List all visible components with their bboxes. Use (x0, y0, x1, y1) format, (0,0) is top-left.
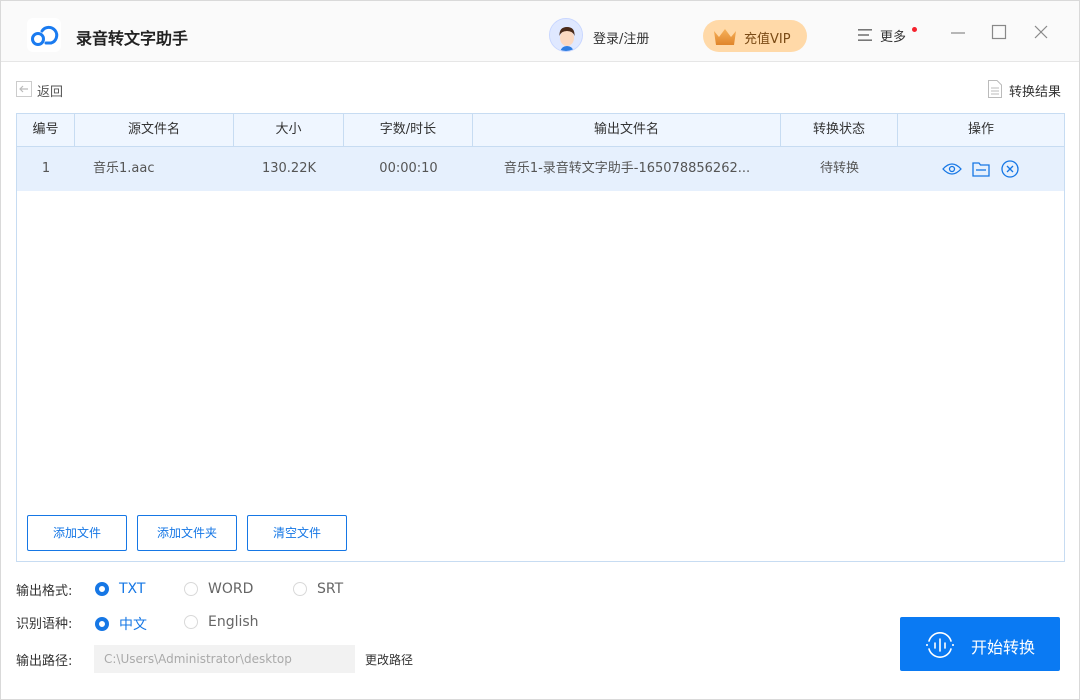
radio-dot (293, 582, 307, 596)
change-path-link[interactable]: 更改路径 (365, 651, 413, 668)
format-radio-srt[interactable]: SRT (293, 581, 343, 597)
radio-label: SRT (317, 581, 344, 597)
radio-dot (95, 582, 109, 596)
crown-icon (714, 29, 736, 45)
table-row[interactable]: 1 音乐1.aac 130.22K 00:00:10 音乐1-录音转文字助手-1… (17, 147, 1064, 191)
clear-files-button[interactable]: 清空文件 (247, 515, 347, 551)
output-path-label: 输出路径: (16, 653, 73, 669)
language-label: 识别语种: (16, 616, 73, 632)
title-bar: 录音转文字助手 登录/注册 充值VIP 更多 (1, 1, 1079, 62)
menu-icon (858, 29, 872, 41)
eye-icon[interactable] (942, 159, 962, 179)
cell-output-filename: 音乐1-录音转文字助手-165078856262... (503, 161, 751, 176)
format-radio-word[interactable]: WORD (184, 581, 253, 597)
back-arrow-icon (16, 81, 32, 97)
radio-dot (184, 615, 198, 629)
close-icon (1034, 25, 1048, 39)
maximize-button[interactable] (990, 23, 1008, 41)
notification-dot (912, 27, 917, 32)
column-header-status: 转换状态 (781, 114, 898, 146)
audio-convert-icon (926, 632, 954, 658)
radio-label: TXT (119, 581, 146, 597)
remove-circle-icon[interactable] (1000, 159, 1020, 179)
output-format-row: 输出格式: (16, 579, 94, 599)
back-label: 返回 (37, 85, 64, 100)
language-radio-chinese[interactable]: 中文 (95, 614, 147, 634)
user-avatar-icon[interactable] (549, 18, 583, 52)
file-buttons: 添加文件 添加文件夹 清空文件 (27, 515, 347, 551)
maximize-icon (991, 24, 1007, 40)
cell-size: 130.22K (261, 161, 316, 176)
cell-status: 待转换 (819, 161, 859, 176)
cell-source-filename: 音乐1.aac (93, 161, 155, 176)
format-radio-txt[interactable]: TXT (95, 581, 145, 597)
table-header: 编号 源文件名 大小 字数/时长 输出文件名 转换状态 操作 (17, 114, 1064, 147)
start-conversion-button[interactable]: 开始转换 (900, 617, 1060, 671)
cell-index: 1 (41, 161, 51, 176)
column-header-index: 编号 (17, 114, 75, 146)
column-header-source: 源文件名 (75, 114, 234, 146)
close-window-button[interactable] (1032, 23, 1050, 41)
start-conversion-label: 开始转换 (971, 638, 1036, 657)
column-header-output: 输出文件名 (473, 114, 781, 146)
minimize-icon (951, 32, 965, 34)
minimize-button[interactable] (949, 23, 967, 41)
result-label: 转换结果 (1009, 85, 1062, 100)
cloud-logo-icon (27, 18, 61, 52)
vip-label: 充值VIP (744, 32, 791, 47)
output-format-label: 输出格式: (16, 583, 73, 599)
radio-label: 中文 (119, 617, 147, 633)
radio-label: English (208, 614, 259, 630)
column-header-size: 大小 (234, 114, 344, 146)
file-table: 编号 源文件名 大小 字数/时长 输出文件名 转换状态 操作 1 音乐1.aac… (16, 113, 1065, 562)
language-radio-english[interactable]: English (184, 614, 259, 630)
document-icon (988, 80, 1002, 98)
column-header-actions: 操作 (967, 122, 994, 137)
radio-dot (95, 617, 109, 631)
cell-actions (898, 147, 1064, 191)
more-label: 更多 (880, 30, 907, 45)
app-title: 录音转文字助手 (76, 29, 189, 48)
output-path-row: 输出路径: (16, 649, 94, 669)
language-row: 识别语种: (16, 612, 94, 632)
add-folder-button[interactable]: 添加文件夹 (137, 515, 237, 551)
radio-dot (184, 582, 198, 596)
column-header-duration: 字数/时长 (344, 114, 473, 146)
add-file-button[interactable]: 添加文件 (27, 515, 127, 551)
output-path-input[interactable] (94, 645, 355, 673)
radio-label: WORD (208, 581, 254, 597)
folder-icon[interactable] (971, 159, 991, 179)
recharge-vip-button[interactable]: 充值VIP (703, 20, 807, 52)
login-register-link[interactable]: 登录/注册 (593, 28, 649, 47)
cell-duration: 00:00:10 (379, 161, 438, 176)
